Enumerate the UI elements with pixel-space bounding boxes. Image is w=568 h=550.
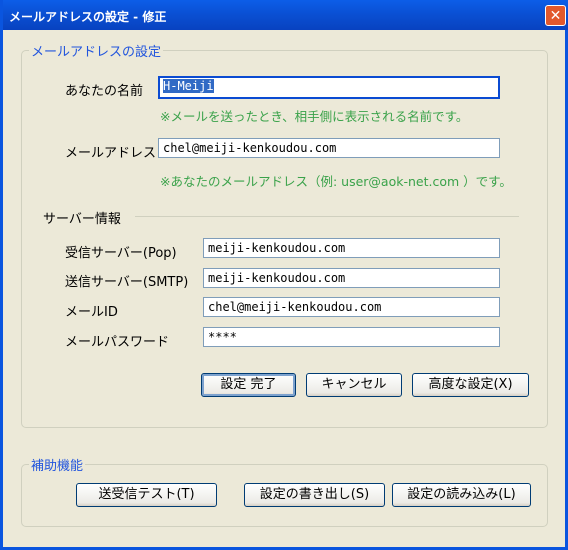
export-settings-button[interactable]: 設定の書き出し(S) <box>244 483 385 507</box>
mail-settings-group-title: メールアドレスの設定 <box>29 41 164 60</box>
address-hint: ※あなたのメールアドレス（例: user@aok-net.com ）です。 <box>160 174 512 189</box>
mail-id-input[interactable]: chel@meiji-kenkoudou.com <box>203 297 500 317</box>
name-input-selected-text: H-Meiji <box>163 79 214 93</box>
smtp-server-input[interactable]: meiji-kenkoudou.com <box>203 268 500 288</box>
server-section-divider <box>135 216 519 217</box>
name-hint: ※メールを送ったとき、相手側に表示される名前です。 <box>160 109 469 124</box>
aux-functions-group-title: 補助機能 <box>29 455 86 474</box>
name-input[interactable]: H-Meiji <box>158 76 500 99</box>
server-section-title: サーバー情報 <box>43 212 121 227</box>
pop-server-input[interactable]: meiji-kenkoudou.com <box>203 238 500 258</box>
close-icon: ✕ <box>549 8 562 24</box>
cancel-button[interactable]: キャンセル <box>306 373 402 397</box>
close-button[interactable]: ✕ <box>545 5 566 26</box>
send-receive-test-button[interactable]: 送受信テスト(T) <box>76 483 217 507</box>
mail-id-label: メールID <box>65 305 118 320</box>
complete-button[interactable]: 設定 完了 <box>201 373 296 397</box>
import-settings-button[interactable]: 設定の読み込み(L) <box>392 483 531 507</box>
window-title: メールアドレスの設定 - 修正 <box>9 10 167 24</box>
name-label: あなたの名前 <box>65 84 144 99</box>
title-bar[interactable]: メールアドレスの設定 - 修正 ✕ <box>3 0 568 30</box>
settings-window: メールアドレスの設定 - 修正 ✕ メールアドレスの設定 あなたの名前 H-Me… <box>0 0 568 550</box>
smtp-label: 送信サーバー(SMTP) <box>65 275 189 290</box>
password-input[interactable]: **** <box>203 327 500 347</box>
advanced-settings-button[interactable]: 高度な設定(X) <box>412 373 529 397</box>
password-label: メールパスワード <box>65 335 170 350</box>
address-input[interactable]: chel@meiji-kenkoudou.com <box>158 138 500 158</box>
pop-label: 受信サーバー(Pop) <box>65 246 177 261</box>
address-label: メールアドレス <box>65 146 157 161</box>
